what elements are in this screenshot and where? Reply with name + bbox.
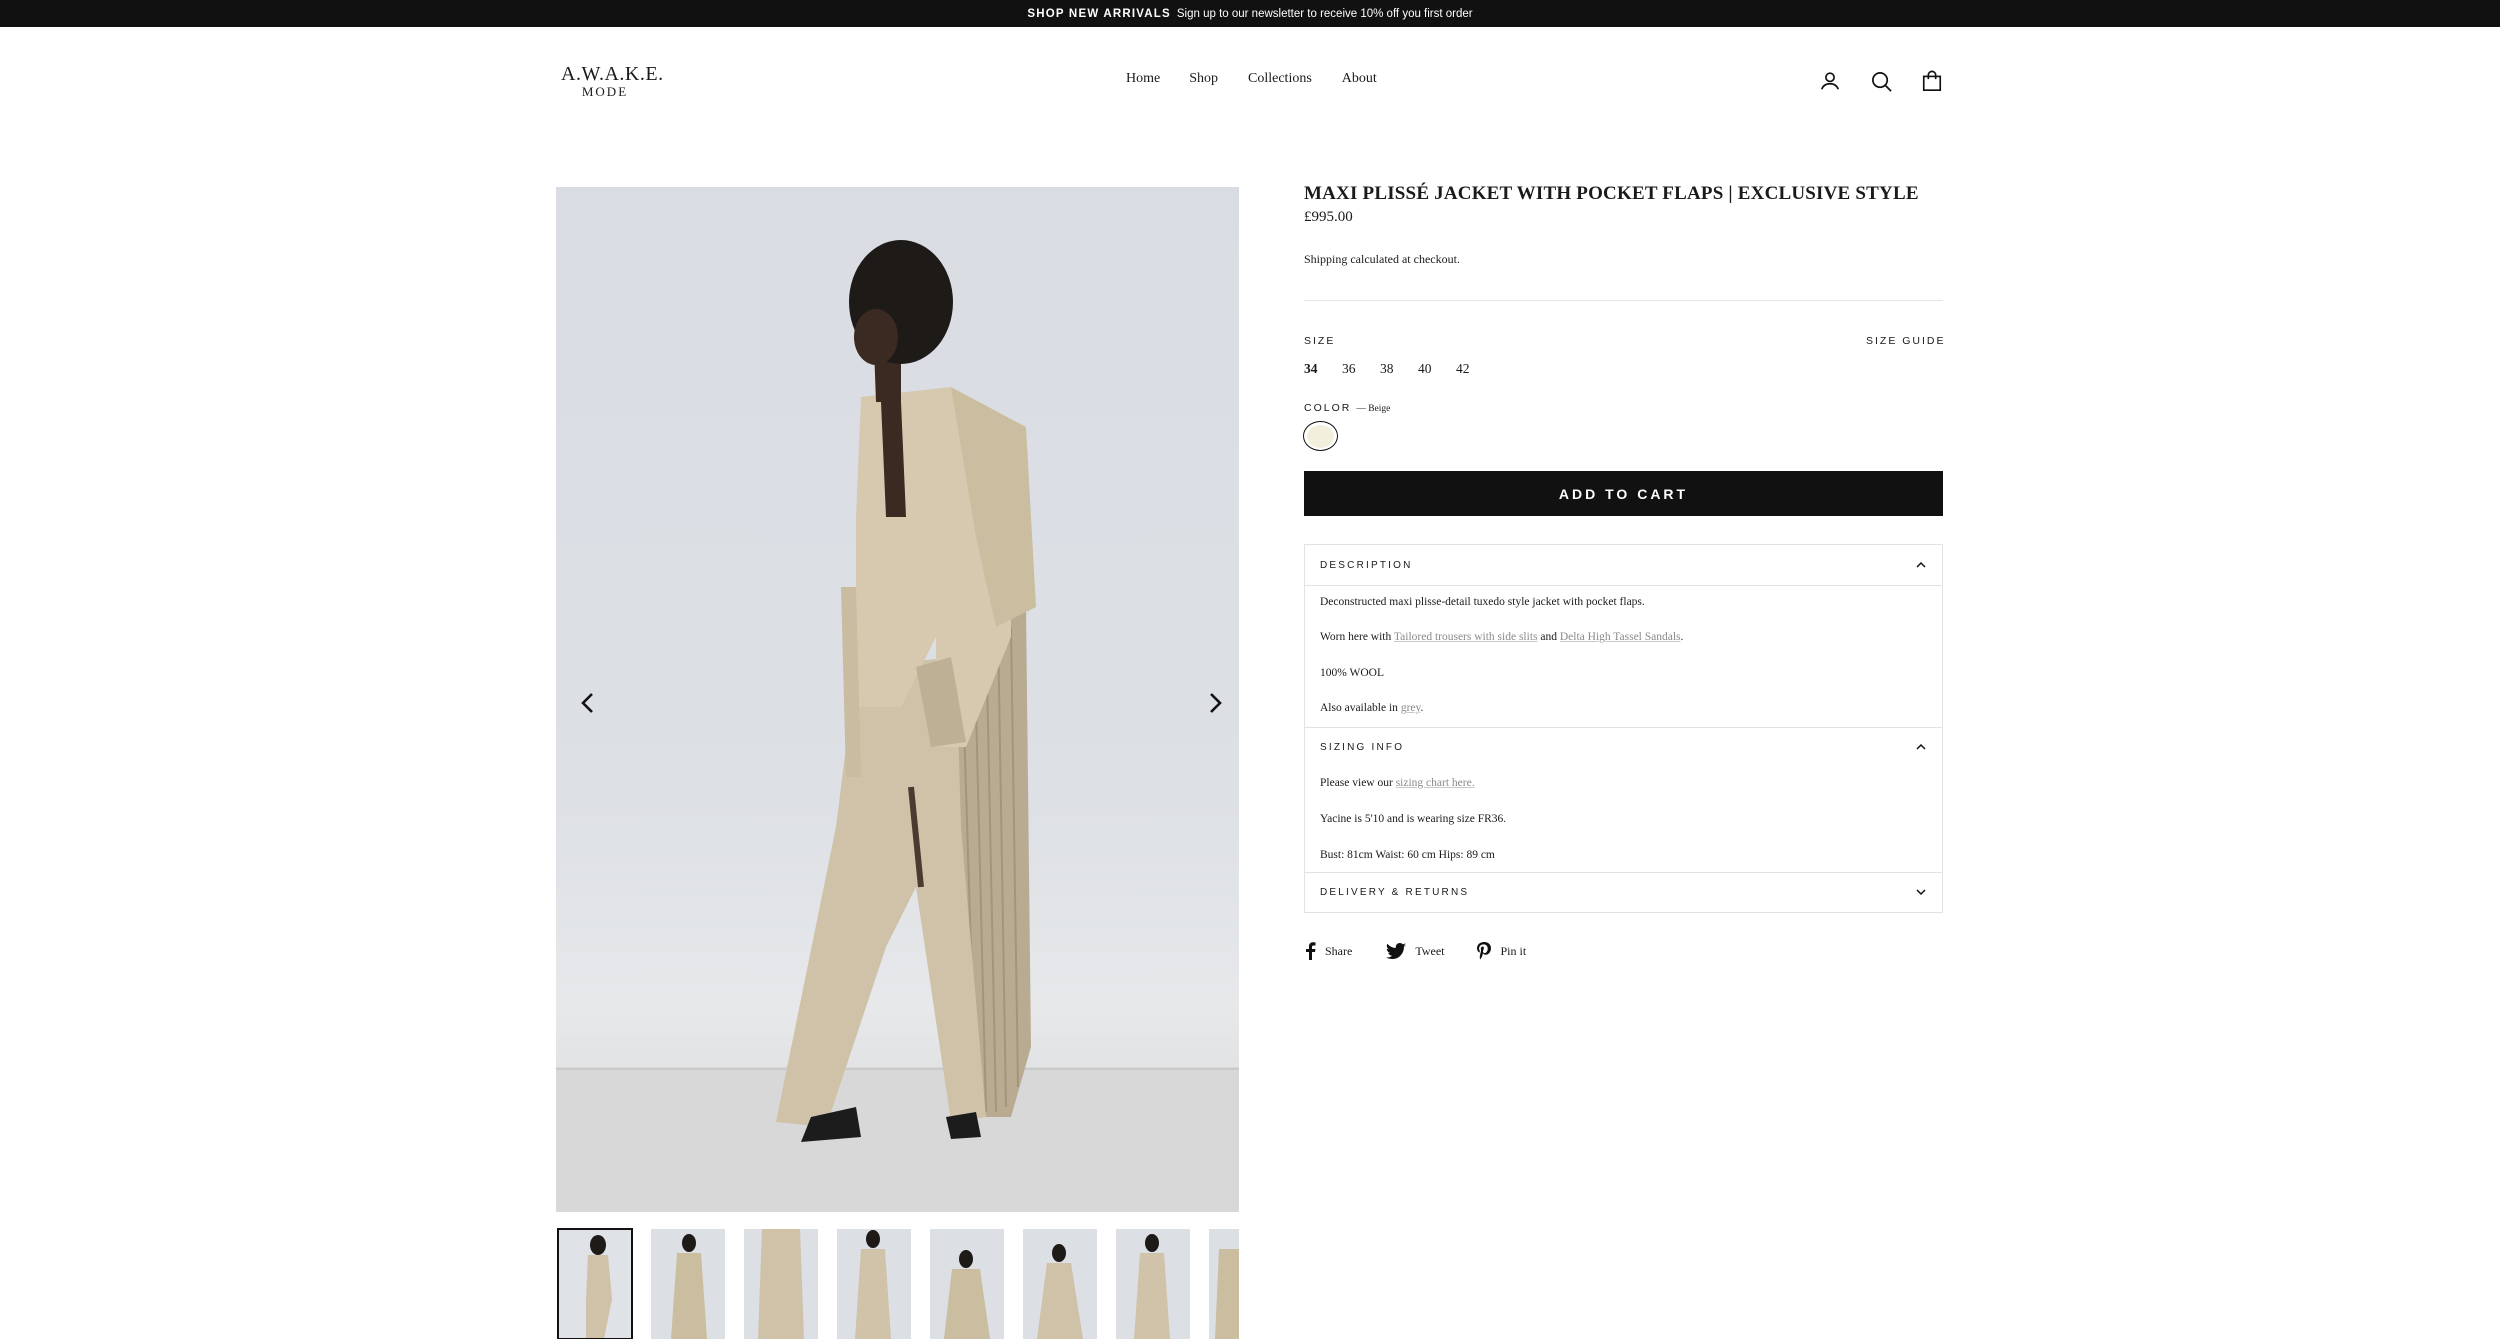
link-sizing-chart[interactable]: sizing chart here.	[1396, 777, 1475, 789]
header-icons	[1815, 66, 1947, 96]
thumbnail[interactable]	[930, 1229, 1004, 1339]
available-prefix: Also available in	[1320, 702, 1398, 714]
color-swatch-beige[interactable]	[1303, 421, 1338, 451]
model-size-value: Yacine is 5'10 and is wearing size FR36.	[1320, 813, 1507, 825]
size-option-42[interactable]: 42	[1456, 361, 1494, 377]
thumbnail[interactable]	[1116, 1229, 1190, 1339]
nav-collections[interactable]: Collections	[1248, 71, 1312, 87]
social-share: Share Tweet Pin it	[1304, 942, 1526, 960]
size-guide-link[interactable]: SIZE GUIDE	[1866, 335, 1946, 347]
brand-line1: A.W.A.K.E.	[561, 63, 664, 85]
search-icon[interactable]	[1866, 66, 1896, 96]
announcement-bar[interactable]: SHOP NEW ARRIVALS Sign up to our newslet…	[0, 0, 2500, 27]
model-size-text: Yacine is 5'10 and is wearing size FR36.	[1320, 813, 1506, 825]
nav-about[interactable]: About	[1342, 71, 1377, 87]
thumbnail-strip	[556, 1227, 1239, 1339]
size-option-40[interactable]: 40	[1418, 361, 1456, 377]
size-label: SIZE	[1304, 335, 1336, 347]
worn-with-period: .	[1680, 631, 1684, 643]
accordion-description-header[interactable]: DESCRIPTION	[1305, 545, 1942, 585]
accordion-divider	[1305, 585, 1942, 586]
nav-shop[interactable]: Shop	[1189, 71, 1218, 87]
measurements-text: Bust: 81cm Waist: 60 cm Hips: 89 cm	[1320, 849, 1495, 861]
cart-icon[interactable]	[1917, 66, 1947, 96]
shipping-note: Shipping calculated at checkout.	[1304, 252, 1460, 266]
available-in-text: Also available in grey.	[1320, 702, 1423, 714]
measurements-value: Bust: 81cm Waist: 60 cm Hips: 89 cm	[1320, 849, 1495, 861]
color-value: — Beige	[1356, 404, 1391, 414]
swatch-fill	[1307, 424, 1334, 448]
link-tailored-trousers[interactable]: Tailored trousers with side slits	[1394, 631, 1538, 643]
chevron-up-icon	[1916, 561, 1926, 568]
material-value: 100% WOOL	[1320, 667, 1384, 679]
pinterest-icon	[1477, 942, 1492, 960]
product-accordion: DESCRIPTION Deconstructed maxi plisse-de…	[1304, 544, 1943, 913]
size-option-34[interactable]: 34	[1304, 361, 1342, 377]
description-text: Deconstructed maxi plisse-detail tuxedo …	[1320, 596, 1645, 608]
announcement-text: Sign up to our newsletter to receive 10%…	[1176, 7, 1473, 20]
link-grey[interactable]: grey	[1401, 702, 1421, 714]
accordion-delivery-title: DELIVERY & RETURNS	[1320, 887, 1470, 898]
add-to-cart-button[interactable]: ADD TO CART	[1304, 471, 1943, 516]
gallery-prev-arrow[interactable]	[573, 688, 603, 718]
thumbnail[interactable]	[557, 1228, 633, 1339]
accordion-sizing-header[interactable]: SIZING INFO	[1305, 727, 1942, 767]
share-pinterest[interactable]: Pin it	[1477, 942, 1526, 960]
facebook-icon	[1306, 942, 1316, 960]
accordion-description-title: DESCRIPTION	[1320, 560, 1413, 571]
product-title: MAXI PLISSÉ JACKET WITH POCKET FLAPS | E…	[1304, 183, 1919, 204]
share-label: Share	[1325, 943, 1353, 958]
chevron-down-icon	[1916, 889, 1926, 896]
sizing-prefix: Please view our	[1320, 777, 1393, 789]
worn-with-and: and	[1540, 631, 1557, 643]
nav-home[interactable]: Home	[1126, 71, 1160, 87]
twitter-icon	[1386, 943, 1407, 959]
thumbnail[interactable]	[744, 1229, 818, 1339]
size-options: 34 36 38 40 42	[1304, 361, 1494, 377]
chevron-up-icon	[1916, 743, 1926, 750]
thumbnail[interactable]	[837, 1229, 911, 1339]
description-p1: Deconstructed maxi plisse-detail tuxedo …	[1320, 596, 1645, 608]
announcement-strong: SHOP NEW ARRIVALS	[1027, 7, 1171, 20]
share-facebook[interactable]: Share	[1304, 942, 1352, 960]
product-main-image[interactable]	[556, 187, 1239, 1212]
size-option-38[interactable]: 38	[1380, 361, 1418, 377]
color-label: COLOR	[1304, 402, 1352, 414]
available-period: .	[1420, 702, 1424, 714]
worn-with-prefix: Worn here with	[1320, 631, 1392, 643]
main-nav: Home Shop Collections About	[1126, 71, 1377, 87]
brand-line2: MODE	[581, 84, 629, 99]
product-price: £995.00	[1304, 209, 1353, 225]
accordion-delivery-header[interactable]: DELIVERY & RETURNS	[1305, 872, 1942, 912]
thumbnail[interactable]	[1023, 1229, 1097, 1339]
share-twitter[interactable]: Tweet	[1386, 943, 1444, 959]
color-row: COLOR — Beige	[1304, 402, 1390, 414]
sizing-chart-text: Please view our sizing chart here.	[1320, 777, 1475, 789]
thumbnail[interactable]	[651, 1229, 725, 1339]
pin-label: Pin it	[1500, 943, 1527, 958]
thumbnail[interactable]	[1209, 1229, 1239, 1339]
link-delta-sandals[interactable]: Delta High Tassel Sandals	[1560, 631, 1681, 643]
gallery-next-arrow[interactable]	[1200, 688, 1230, 718]
accordion-sizing-title: SIZING INFO	[1320, 742, 1405, 753]
tweet-label: Tweet	[1415, 943, 1445, 958]
divider	[1304, 300, 1943, 301]
size-option-36[interactable]: 36	[1342, 361, 1380, 377]
account-icon[interactable]	[1815, 66, 1845, 96]
material-text: 100% WOOL	[1320, 667, 1384, 679]
brand-logo[interactable]: A.W.A.K.E. MODE	[561, 63, 664, 99]
description-worn-with: Worn here with Tailored trousers with si…	[1320, 631, 1683, 643]
